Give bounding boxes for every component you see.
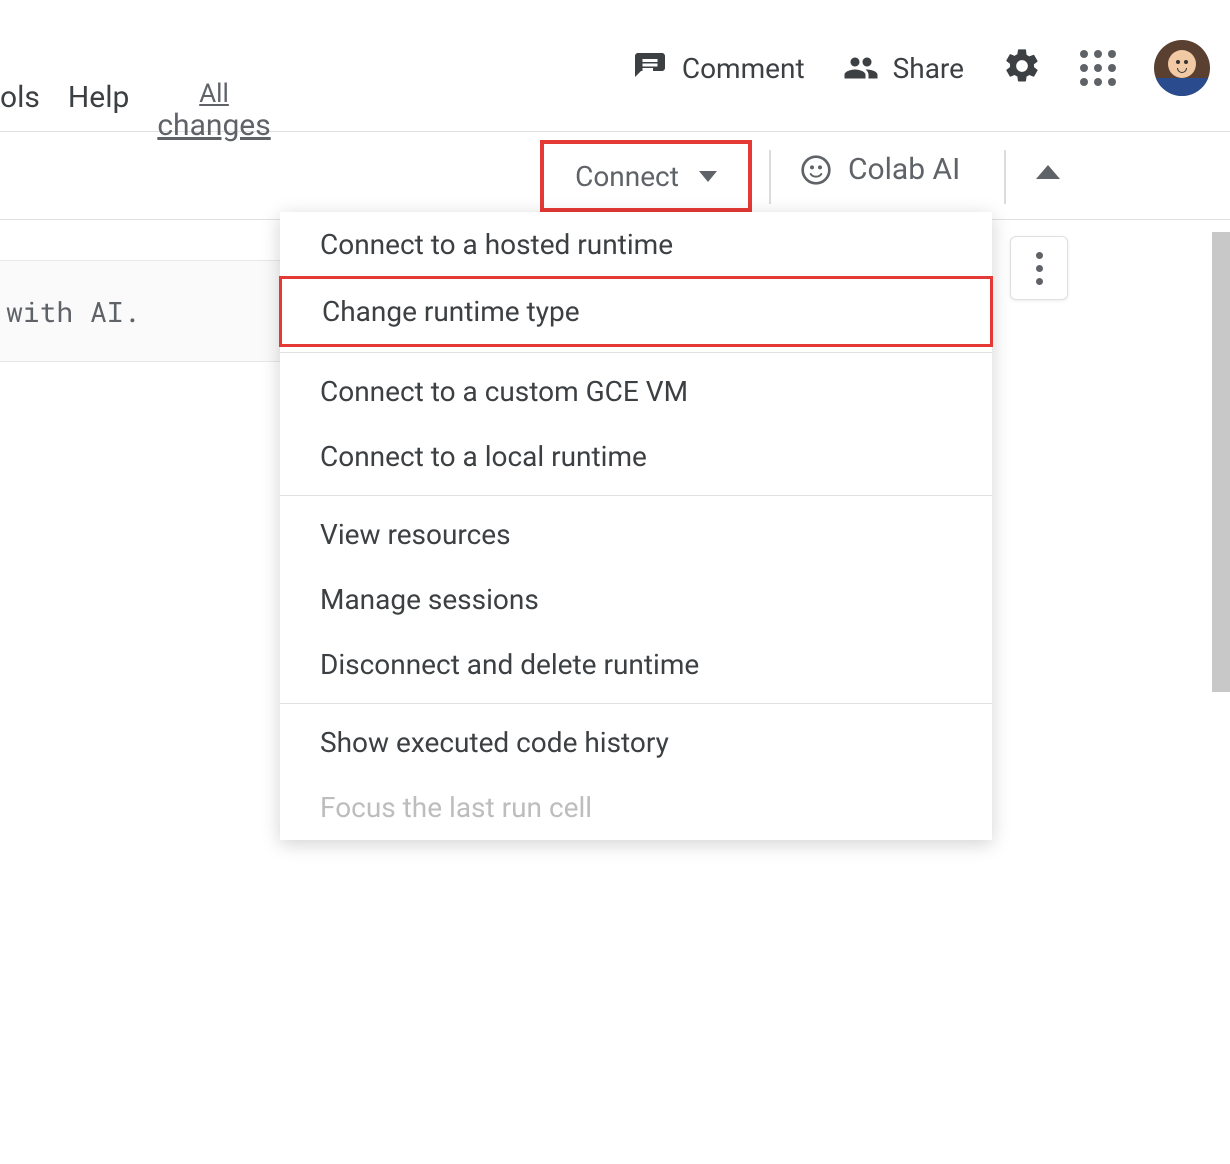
connect-label: Connect	[575, 160, 679, 193]
menu-connect-hosted[interactable]: Connect to a hosted runtime	[280, 212, 992, 277]
dot-icon	[1080, 50, 1088, 58]
colab-ai-label: Colab AI	[848, 152, 960, 187]
menu-tools[interactable]: ols	[0, 80, 40, 115]
cell-kebab-button[interactable]	[1010, 236, 1068, 300]
comment-button[interactable]: Comment	[632, 50, 805, 86]
account-avatar[interactable]	[1154, 40, 1210, 96]
top-actions: Comment Share	[632, 40, 1210, 96]
connect-dropdown: Connect to a hosted runtime Change runti…	[280, 212, 992, 840]
caret-down-icon	[699, 171, 717, 182]
comment-label: Comment	[682, 52, 805, 85]
ai-face-icon	[800, 154, 832, 186]
menu-change-runtime-type[interactable]: Change runtime type	[279, 276, 993, 347]
menu-focus-last-cell: Focus the last run cell	[280, 775, 992, 840]
menu-connect-gce[interactable]: Connect to a custom GCE VM	[280, 359, 992, 424]
menu-separator	[280, 495, 992, 496]
toolbar-divider-2	[1004, 150, 1006, 204]
menu-disconnect-delete[interactable]: Disconnect and delete runtime	[280, 632, 992, 697]
gear-icon	[1002, 46, 1042, 86]
share-button[interactable]: Share	[843, 50, 964, 86]
settings-button[interactable]	[1002, 46, 1042, 90]
menu-view-resources[interactable]: View resources	[280, 502, 992, 567]
comment-icon	[632, 50, 668, 86]
toolbar-divider	[769, 150, 771, 204]
code-cell[interactable]: with AI.	[0, 260, 290, 362]
colab-ai-button[interactable]: Colab AI	[800, 152, 960, 187]
menu-help[interactable]: Help	[68, 80, 129, 115]
dot-icon	[1036, 252, 1043, 259]
save-status-line1: All	[157, 80, 270, 109]
menu-manage-sessions[interactable]: Manage sessions	[280, 567, 992, 632]
connect-button[interactable]: Connect	[540, 140, 752, 212]
menu-separator	[280, 352, 992, 353]
google-apps-button[interactable]	[1080, 50, 1116, 86]
menu-connect-local[interactable]: Connect to a local runtime	[280, 424, 992, 489]
collapse-button[interactable]	[1028, 152, 1068, 192]
chevron-up-icon	[1036, 165, 1060, 179]
cell-placeholder: with AI.	[6, 293, 140, 330]
menu-code-history[interactable]: Show executed code history	[280, 710, 992, 775]
scrollbar[interactable]	[1212, 232, 1230, 692]
top-toolbar: Comment Share ols Help All changes	[0, 0, 1230, 132]
menu-separator	[280, 703, 992, 704]
share-icon	[843, 50, 879, 86]
share-label: Share	[893, 52, 964, 85]
